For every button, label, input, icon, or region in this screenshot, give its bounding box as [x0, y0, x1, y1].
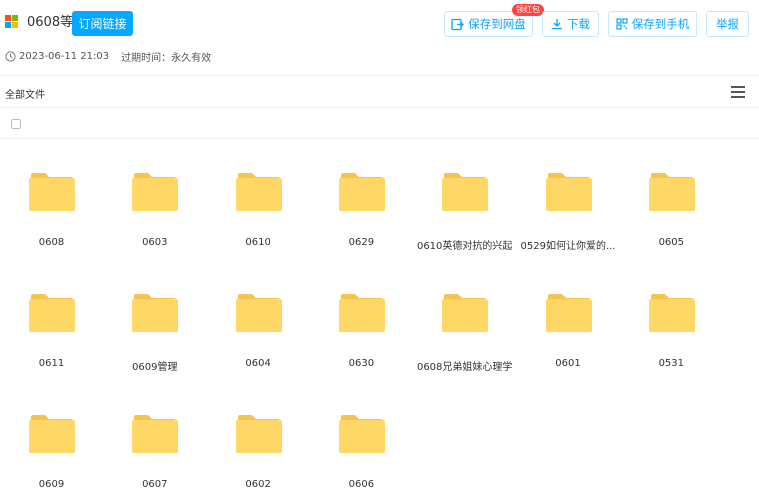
select-all-checkbox[interactable] [11, 119, 21, 129]
clock-icon [5, 50, 16, 62]
file-name: 0602 [245, 479, 271, 490]
file-item[interactable]: 0609管理 [103, 259, 206, 379]
folder-icon [545, 292, 592, 332]
folder-icon [132, 413, 179, 453]
file-name: 0630 [348, 358, 375, 369]
promo-badge: 领红包 [512, 4, 544, 16]
file-name: 0629 [348, 237, 375, 248]
report-button[interactable]: 举报 [706, 11, 749, 37]
folder-icon [442, 292, 489, 332]
download-icon [552, 19, 562, 30]
top-bar: 0608等 订阅链接 保存到网盘 领红包 下载 保存到手机 举报 [0, 0, 759, 48]
download-label: 下载 [567, 17, 590, 31]
folder-icon [235, 292, 282, 332]
folder-icon [132, 292, 179, 332]
save-to-phone-button[interactable]: 保存到手机 [608, 11, 697, 37]
share-title: 0608等 [27, 15, 74, 30]
file-item[interactable]: 0630 [310, 259, 413, 379]
breadcrumb[interactable]: 全部文件 [5, 86, 45, 101]
toolbar-divider [0, 107, 759, 108]
file-name: 0603 [142, 237, 168, 248]
download-button[interactable]: 下载 [542, 11, 599, 37]
save-to-netdisk-label: 保存到网盘 [468, 17, 526, 31]
file-name: 0606 [348, 479, 375, 490]
folder-icon [545, 171, 592, 211]
list-view-icon[interactable] [731, 86, 745, 98]
folder-icon [442, 171, 489, 211]
folder-icon [338, 292, 385, 332]
folder-icon [29, 413, 75, 453]
share-datetime: 2023-06-11 21:03 [19, 50, 110, 62]
file-name: 0601 [555, 358, 581, 369]
file-name: 0604 [245, 358, 271, 369]
expire-time: 过期时间：永久有效 [121, 52, 212, 64]
app-logo-icon [5, 15, 19, 29]
file-item[interactable]: 0610英德对抗的兴起 [413, 138, 516, 258]
file-item[interactable]: 0607 [103, 380, 206, 500]
folder-icon [648, 292, 695, 332]
subscribe-button[interactable]: 订阅链接 [72, 11, 133, 36]
file-item[interactable]: 0608 [0, 138, 103, 258]
file-name: 0610 [245, 237, 271, 248]
folder-icon [29, 171, 75, 211]
file-item[interactable]: 0629 [310, 138, 413, 258]
file-item[interactable]: 0605 [620, 138, 723, 258]
file-item[interactable]: 0610 [207, 138, 310, 258]
file-name: 0611 [38, 358, 65, 369]
file-item[interactable]: 0604 [207, 259, 310, 379]
file-item[interactable]: 0608兄弟姐妹心理学 [413, 259, 516, 379]
save-to-phone-label: 保存到手机 [631, 17, 690, 31]
save-icon [451, 18, 465, 30]
file-name: 0608 [38, 237, 65, 248]
qrcode-icon [616, 18, 628, 30]
file-item[interactable]: 0601 [517, 259, 620, 379]
file-name: 0605 [658, 237, 685, 248]
folder-icon [29, 292, 75, 332]
folder-icon [235, 413, 282, 453]
folder-icon [235, 171, 282, 211]
file-item[interactable]: 0609 [0, 380, 103, 500]
folder-icon [132, 171, 179, 211]
file-item[interactable]: 0602 [207, 380, 310, 500]
file-name: 0529如何让你爱的... [520, 241, 616, 252]
file-item[interactable]: 0611 [0, 259, 103, 379]
file-name: 0531 [658, 358, 685, 369]
file-item[interactable]: 0529如何让你爱的... [517, 138, 620, 258]
file-grid: 0608 0603 0610 0629 0610英德对抗的兴起 0529如何让你爱的...… [0, 138, 759, 500]
file-name: 0607 [142, 479, 168, 490]
header-divider [0, 75, 759, 76]
file-name: 0608兄弟姐妹心理学 [416, 362, 513, 373]
file-name: 0610英德对抗的兴起 [416, 241, 513, 252]
file-item[interactable]: 0606 [310, 380, 413, 500]
file-item[interactable]: 0603 [103, 138, 206, 258]
folder-icon [338, 413, 385, 453]
folder-icon [338, 171, 385, 211]
file-item[interactable]: 0531 [620, 259, 723, 379]
file-name: 0609管理 [132, 362, 178, 373]
file-name: 0609 [38, 479, 65, 490]
share-meta: 2023-06-11 21:03 过期时间：永久有效 [5, 49, 212, 64]
folder-icon [648, 171, 695, 211]
